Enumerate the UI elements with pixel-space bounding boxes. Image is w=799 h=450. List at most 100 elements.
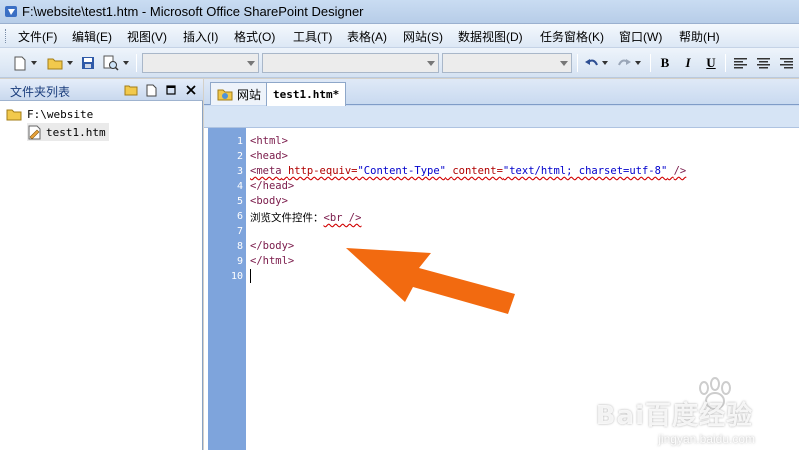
code-token: "text/html; charset=utf-8" xyxy=(502,165,668,177)
watermark-url: jingyan.baidu.com xyxy=(658,432,755,446)
code-line-1: <html> xyxy=(250,135,288,147)
line-number: 7 xyxy=(236,226,243,237)
new-folder-button[interactable] xyxy=(124,83,138,97)
menu-task-panes[interactable]: 任务窗格(K) xyxy=(540,28,604,45)
menu-bar: 文件(F) 编辑(E) 视图(V) 插入(I) 格式(O) 工具(T) 表格(A… xyxy=(0,24,799,48)
code-token: <body> xyxy=(250,195,288,207)
save-button[interactable] xyxy=(80,54,96,72)
font-combo[interactable] xyxy=(262,53,439,73)
preview-button[interactable] xyxy=(102,54,120,72)
preview-magnifier-icon xyxy=(103,55,119,71)
undo-button[interactable] xyxy=(583,54,599,72)
tab-website[interactable]: 网站 xyxy=(210,82,269,105)
code-line-6: 浏览文件控件：<br /> xyxy=(250,210,361,225)
redo-dropdown[interactable] xyxy=(634,54,642,72)
code-token: </html> xyxy=(250,255,295,267)
folder-list-pane: 文件夹列表 F:\website test1.htm xyxy=(0,79,203,450)
folder-icon xyxy=(124,85,138,96)
line-number: 1 xyxy=(236,136,243,147)
toolbar-separator xyxy=(725,54,726,72)
tree-item-label: F:\website xyxy=(27,107,94,121)
align-left-button[interactable] xyxy=(732,54,748,72)
align-center-button[interactable] xyxy=(755,54,771,72)
menu-file[interactable]: 文件(F) xyxy=(18,28,57,45)
code-token: <html> xyxy=(250,135,288,147)
menu-format[interactable]: 格式(O) xyxy=(234,28,275,45)
code-token: content= xyxy=(452,165,503,177)
close-icon xyxy=(186,85,196,95)
menu-site[interactable]: 网站(S) xyxy=(403,28,443,45)
title-bar: F:\website\test1.htm - Microsoft Office … xyxy=(0,0,799,24)
folder-list-header: 文件夹列表 xyxy=(0,79,203,101)
style-combo[interactable] xyxy=(142,53,259,73)
menubar-grip[interactable] xyxy=(5,29,8,43)
align-center-icon xyxy=(756,57,770,68)
menu-view[interactable]: 视图(V) xyxy=(127,28,167,45)
code-token: </head> xyxy=(250,180,295,192)
line-number: 10 xyxy=(230,271,243,282)
menu-window[interactable]: 窗口(W) xyxy=(619,28,662,45)
maximize-pane-button[interactable] xyxy=(164,83,178,97)
italic-button[interactable]: I xyxy=(680,54,696,72)
chevron-down-icon xyxy=(560,61,568,66)
tree-item-test1-htm[interactable]: test1.htm xyxy=(27,123,109,141)
undo-dropdown[interactable] xyxy=(601,54,609,72)
code-line-9: </html> xyxy=(250,255,294,267)
menu-help[interactable]: 帮助(H) xyxy=(679,28,720,45)
size-combo[interactable] xyxy=(442,53,572,73)
window-title: F:\website\test1.htm - Microsoft Office … xyxy=(22,4,364,19)
new-page-pane-button[interactable] xyxy=(144,83,158,97)
app-window: F:\website\test1.htm - Microsoft Office … xyxy=(0,0,799,450)
redo-button[interactable] xyxy=(616,54,632,72)
website-icon xyxy=(217,89,233,101)
code-token: </body> xyxy=(250,240,295,252)
save-icon xyxy=(82,57,94,69)
undo-icon xyxy=(584,58,598,65)
preview-dropdown[interactable] xyxy=(122,54,130,72)
line-number: 9 xyxy=(236,256,243,267)
tab-test1-htm[interactable]: test1.htm* xyxy=(266,82,347,106)
tree-item-website-root[interactable]: F:\website xyxy=(6,105,93,123)
new-page-dropdown[interactable] xyxy=(30,54,38,72)
chevron-down-icon xyxy=(602,61,608,65)
open-dropdown[interactable] xyxy=(66,54,74,72)
folder-tree: F:\website test1.htm xyxy=(0,101,202,450)
toolbar-separator xyxy=(577,54,578,72)
toolbar: B I U xyxy=(0,48,799,78)
maximize-icon xyxy=(166,85,176,95)
menu-insert[interactable]: 插入(I) xyxy=(183,28,218,45)
code-token: /> xyxy=(673,165,687,177)
line-number: 2 xyxy=(236,151,243,162)
redo-icon xyxy=(617,58,631,65)
line-number: 4 xyxy=(236,181,243,192)
toolbar-separator xyxy=(136,54,137,72)
code-token: <head> xyxy=(250,150,288,162)
line-number: 5 xyxy=(236,196,243,207)
line-number-gutter: 1 2 3 4 5 6 7 8 9 10 xyxy=(208,128,246,450)
menu-table[interactable]: 表格(A) xyxy=(347,28,387,45)
close-pane-button[interactable] xyxy=(184,83,198,97)
line-number: 8 xyxy=(236,241,243,252)
tab-label: 网站 xyxy=(237,87,262,102)
tree-item-label: test1.htm xyxy=(46,125,106,139)
code-line-4: </head> xyxy=(250,180,294,192)
bold-button[interactable]: B xyxy=(657,54,673,72)
folder-list-title: 文件夹列表 xyxy=(10,85,71,99)
open-button[interactable] xyxy=(46,54,64,72)
tab-label: test1.htm* xyxy=(273,88,340,101)
underline-button[interactable]: U xyxy=(703,54,719,72)
chevron-down-icon xyxy=(123,61,129,65)
menu-data-view[interactable]: 数据视图(D) xyxy=(458,28,523,45)
chevron-down-icon xyxy=(635,61,641,65)
line-number: 3 xyxy=(236,166,243,177)
code-line-2: <head> xyxy=(250,150,288,162)
code-line-3: <meta http-equiv="Content-Type" content=… xyxy=(250,165,686,177)
align-right-button[interactable] xyxy=(778,54,794,72)
new-page-button[interactable] xyxy=(12,54,28,72)
chevron-down-icon xyxy=(67,61,73,65)
editor-subbar xyxy=(204,106,799,128)
menu-edit[interactable]: 编辑(E) xyxy=(72,28,112,45)
align-right-icon xyxy=(779,57,793,68)
text-caret xyxy=(250,269,251,283)
menu-tools[interactable]: 工具(T) xyxy=(293,28,332,45)
